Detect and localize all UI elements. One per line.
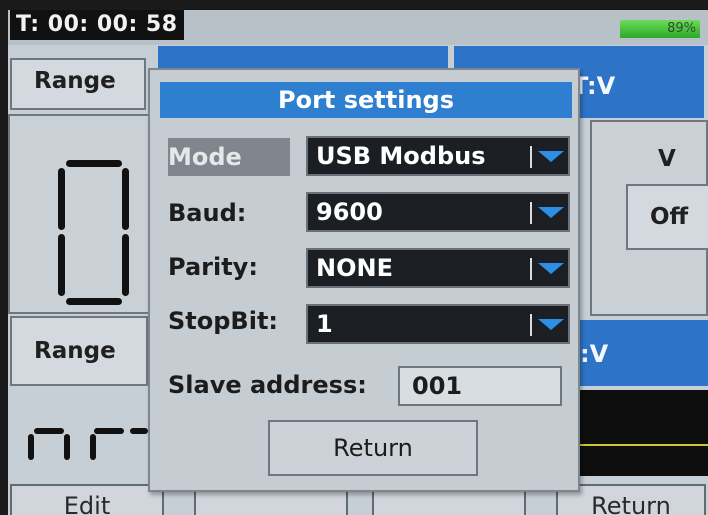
parity-value: NONE: [316, 254, 393, 282]
battery-indicator: 89%: [620, 20, 700, 38]
stopbit-label: StopBit:: [168, 307, 279, 335]
elapsed-timer: T: 00: 00: 58: [10, 10, 184, 40]
digit-segment: [66, 160, 122, 167]
return-button[interactable]: Return: [268, 420, 478, 476]
dropdown-separator: [530, 146, 532, 168]
stopbit-value: 1: [316, 310, 333, 338]
mode-label: Mode: [168, 138, 290, 176]
off-button[interactable]: Off: [626, 184, 708, 250]
channel-top-header-left: [158, 46, 448, 70]
range-bottom-button[interactable]: Range: [10, 316, 148, 386]
digit-segment: [28, 434, 34, 460]
range-top-label: Range: [34, 68, 116, 94]
baud-dropdown[interactable]: 9600: [306, 192, 570, 232]
edit-softkey[interactable]: Edit: [10, 484, 164, 515]
digit-segment: [90, 434, 96, 460]
dropdown-separator: [530, 258, 532, 280]
channel-bottom-label: :V: [580, 340, 609, 368]
waveform-trace: [580, 444, 708, 446]
display-area-top: [8, 114, 168, 314]
channel-bottom-header: :V: [580, 320, 708, 386]
digit-segment: [122, 234, 129, 296]
digit-segment: [58, 234, 65, 296]
range-bottom-label: Range: [34, 338, 116, 364]
digit-segment: [94, 428, 124, 434]
range-top-button[interactable]: Range: [10, 58, 146, 110]
parity-dropdown[interactable]: NONE: [306, 248, 570, 288]
display-area-bottom: [8, 388, 148, 482]
chevron-down-icon[interactable]: [538, 263, 564, 274]
mode-dropdown[interactable]: USB Modbus: [306, 136, 570, 176]
port-settings-dialog: Port settings Mode USB Modbus Baud: 9600…: [148, 68, 580, 492]
unit-label: V: [658, 146, 676, 172]
chevron-down-icon[interactable]: [538, 207, 564, 218]
baud-label: Baud:: [168, 199, 247, 227]
right-settings-panel: V Off: [590, 120, 708, 316]
digit-segment: [58, 168, 65, 230]
digit-segment: [66, 298, 122, 305]
device-screen: T: 00: 00: 58 89% Range T:V V Off Range …: [8, 10, 708, 515]
dropdown-separator: [530, 314, 532, 336]
slave-address-label: Slave address:: [168, 371, 367, 399]
stopbit-dropdown[interactable]: 1: [306, 304, 570, 344]
digit-segment: [64, 434, 70, 460]
baud-value: 9600: [316, 198, 383, 226]
status-bar: T: 00: 00: 58 89%: [8, 10, 708, 45]
dropdown-separator: [530, 202, 532, 224]
digit-segment: [34, 428, 64, 434]
waveform-panel: [580, 390, 708, 476]
chevron-down-icon[interactable]: [538, 319, 564, 330]
off-button-label: Off: [650, 204, 689, 230]
digit-segment: [122, 168, 129, 230]
dialog-title: Port settings: [160, 82, 572, 118]
digit-segment: [130, 428, 148, 434]
chevron-down-icon[interactable]: [538, 151, 564, 162]
mode-value: USB Modbus: [316, 142, 486, 170]
slave-address-field[interactable]: 001: [398, 366, 562, 406]
parity-label: Parity:: [168, 253, 258, 281]
